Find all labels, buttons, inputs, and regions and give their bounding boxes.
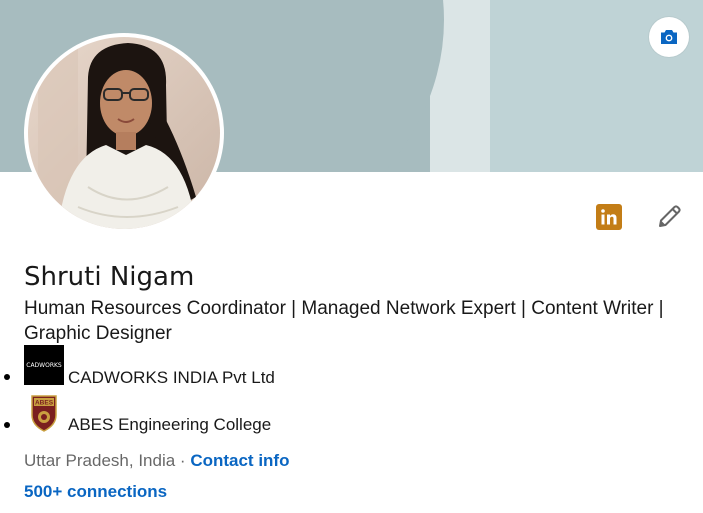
pencil-icon: [659, 205, 681, 227]
contact-info-link[interactable]: Contact info: [190, 451, 289, 470]
profile-location-line: Uttar Pradesh, India · Contact info: [24, 450, 289, 472]
profile-location: Uttar Pradesh, India: [24, 451, 176, 470]
camera-icon: [661, 30, 677, 44]
profile-headline: Human Resources Coordinator | Managed Ne…: [24, 298, 664, 344]
linkedin-badge-button[interactable]: [596, 204, 622, 230]
connections-line: 500+ connections: [24, 481, 167, 503]
abes-logo-text: ABES: [35, 400, 54, 407]
profile-name: Shruti Nigam: [24, 262, 195, 292]
organization-name: CADWORKS INDIA Pvt Ltd: [68, 368, 275, 387]
linkedin-icon: [601, 209, 617, 225]
connections-link[interactable]: 500+ connections: [24, 482, 167, 501]
organization-name: ABES Engineering College: [68, 415, 272, 434]
abes-crest-logo: ABES: [24, 393, 64, 433]
cadworks-logo: CADWORKS: [24, 345, 64, 385]
location-separator: ·: [175, 451, 191, 470]
edit-intro-button[interactable]: [655, 203, 683, 231]
profile-photo-image: [28, 37, 220, 229]
profile-photo[interactable]: [24, 33, 224, 233]
list-bullet: [4, 374, 10, 380]
list-bullet: [4, 422, 10, 428]
cadworks-logo-text: CADWORKS: [26, 361, 62, 369]
edit-cover-photo-button[interactable]: [649, 17, 689, 57]
